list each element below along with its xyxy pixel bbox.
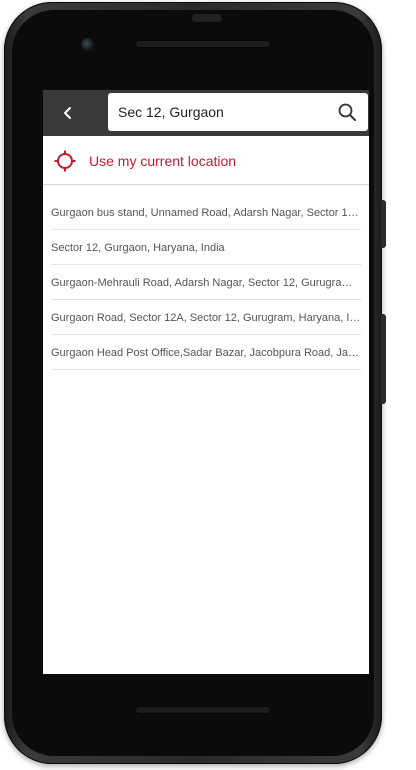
search-button[interactable]	[334, 99, 360, 125]
back-button[interactable]	[53, 98, 83, 128]
search-input[interactable]	[108, 93, 334, 131]
front-camera-icon	[81, 38, 95, 52]
power-button	[381, 200, 386, 248]
search-box	[108, 93, 368, 131]
use-current-location-label: Use my current location	[89, 153, 237, 169]
device-mockup: Use my current location Gurgaon bus stan…	[0, 0, 416, 770]
app-screen: Use my current location Gurgaon bus stan…	[43, 90, 369, 674]
volume-button	[381, 314, 386, 404]
chevron-left-icon	[64, 107, 71, 119]
suggestion-item[interactable]: Gurgaon Head Post Office,Sadar Bazar, Ja…	[51, 336, 361, 370]
use-current-location-button[interactable]: Use my current location	[43, 138, 369, 185]
suggestion-list: Gurgaon bus stand, Unnamed Road, Adarsh …	[51, 196, 361, 370]
search-toolbar	[43, 90, 369, 136]
search-icon	[338, 103, 356, 121]
bottom-speaker	[135, 706, 271, 714]
suggestion-item[interactable]: Gurgaon Road, Sector 12A, Sector 12, Gur…	[51, 301, 361, 335]
top-sensor	[192, 14, 222, 22]
top-speaker	[135, 40, 271, 48]
suggestion-item[interactable]: Sector 12, Gurgaon, Haryana, India	[51, 231, 361, 265]
crosshair-icon	[53, 149, 77, 173]
suggestion-item[interactable]: Gurgaon bus stand, Unnamed Road, Adarsh …	[51, 196, 361, 230]
suggestion-item[interactable]: Gurgaon-Mehrauli Road, Adarsh Nagar, Sec…	[51, 266, 361, 300]
